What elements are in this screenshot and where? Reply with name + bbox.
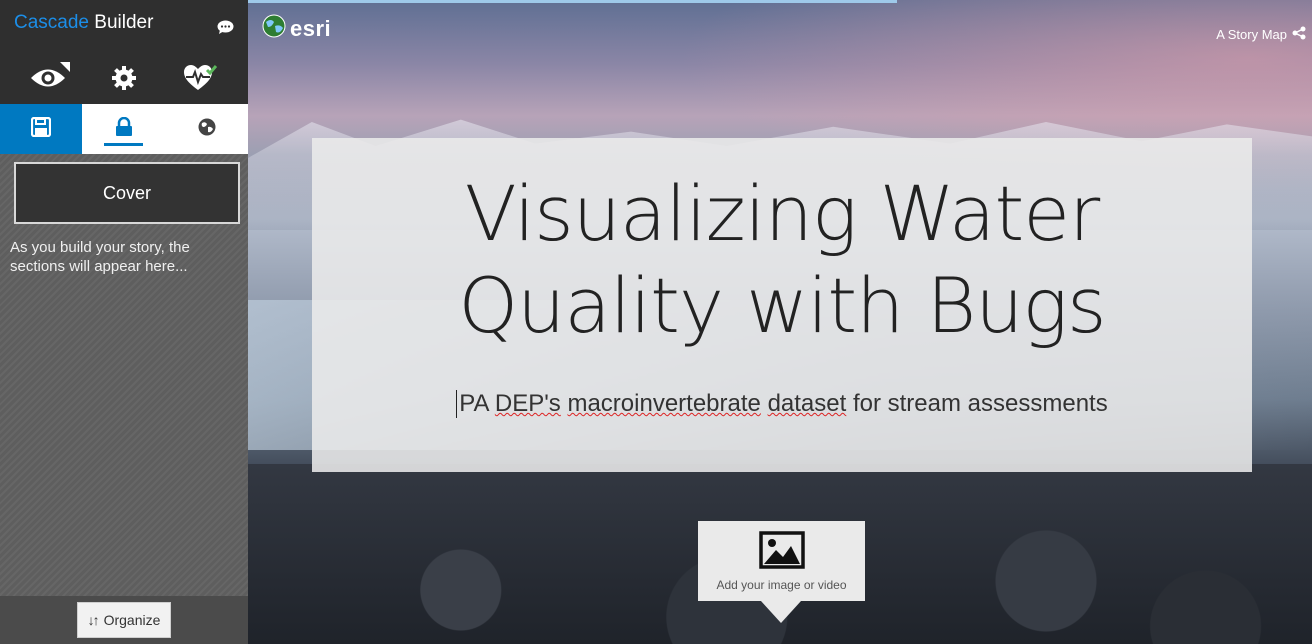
esri-logo[interactable]: esri (262, 14, 331, 44)
active-tab-underline (104, 143, 143, 146)
organize-button[interactable]: ↓↑ Organize (76, 602, 172, 638)
subtitle-misspelled-word: macroinvertebrate (567, 390, 761, 417)
sidebar-header: Cascade Builder (0, 0, 248, 58)
cover-title-panel: Visualizing Water Quality with Bugs PA D… (312, 138, 1252, 472)
builder-sidebar: Cascade Builder Cover As you build your … (0, 0, 248, 644)
image-icon (758, 530, 805, 574)
preview-button[interactable] (18, 60, 78, 100)
chat-icon[interactable] (217, 20, 234, 40)
app-title-rest: Builder (89, 12, 154, 33)
floppy-disk-icon (30, 116, 52, 142)
subtitle-text: PA (459, 390, 495, 417)
cover-section-item[interactable]: Cover (14, 162, 240, 224)
save-button[interactable] (0, 104, 82, 154)
globe-logo-icon (262, 14, 286, 44)
globe-icon (198, 118, 216, 141)
app-title: Cascade Builder (14, 12, 236, 34)
gear-icon (111, 65, 137, 96)
private-sharing-button[interactable] (82, 104, 165, 154)
app-title-brand: Cascade (14, 12, 89, 33)
preview-dropdown-corner (60, 62, 70, 72)
subtitle-misspelled-word: dataset (767, 390, 847, 417)
cover-title-line-2: Quality with Bugs (458, 261, 1106, 350)
public-sharing-button[interactable] (165, 104, 248, 154)
lock-icon (115, 116, 133, 142)
story-health-button[interactable] (170, 60, 230, 100)
add-media-label: Add your image or video (716, 577, 847, 592)
cover-subtitle-input[interactable]: PA DEP's macroinvertebrate dataset for s… (456, 390, 1108, 418)
story-cover: esri A Story Map Visualizing Water Quali… (248, 0, 1312, 644)
sections-hint: As you build your story, the sections wi… (10, 239, 190, 275)
subtitle-text (761, 390, 768, 417)
organize-bar: ↓↑ Organize (0, 596, 248, 644)
builder-toolbar (0, 56, 248, 104)
esri-logo-text: esri (290, 16, 332, 41)
organize-label: Organize (103, 612, 161, 628)
add-media-button[interactable]: Add your image or video (698, 521, 865, 623)
subtitle-misspelled-word: DEP's (494, 390, 561, 417)
story-map-share-link[interactable]: A Story Map (1216, 26, 1306, 43)
cover-title-line-1: Visualizing Water (464, 169, 1101, 258)
settings-button[interactable] (94, 60, 154, 100)
cover-title[interactable]: Visualizing Water Quality with Bugs (312, 168, 1252, 352)
subtitle-text: for stream assessments (846, 390, 1108, 417)
loading-progress-bar (248, 0, 898, 3)
sort-arrows-icon: ↓↑ (87, 612, 100, 628)
story-map-label: A Story Map (1216, 27, 1287, 42)
builder-actions (0, 104, 248, 154)
heartbeat-check-icon (183, 64, 218, 97)
share-icon (1292, 26, 1306, 43)
